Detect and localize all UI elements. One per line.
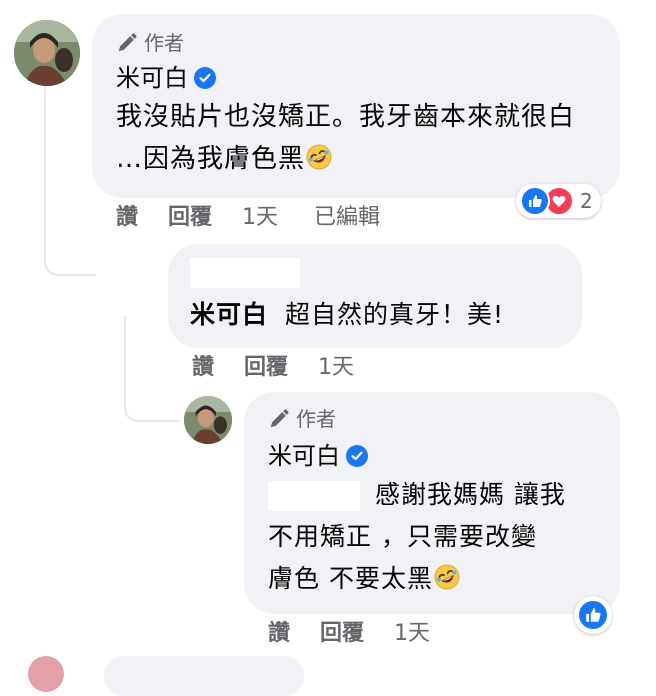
like-button[interactable]: 讚: [192, 354, 214, 382]
reply-button[interactable]: 回覆: [244, 354, 288, 382]
timestamp[interactable]: 1天: [318, 354, 354, 382]
verified-badge-icon: [194, 67, 216, 89]
author-reply-bubble: 作者 米可白 感謝我媽媽 讓我 不用矯正 ，只需要改變 膚色 不要太黑: [244, 392, 620, 614]
reply-button[interactable]: 回覆: [168, 204, 212, 232]
timestamp[interactable]: 1天: [242, 204, 278, 232]
like-reaction-icon: [520, 186, 550, 216]
commenter-name[interactable]: 米可白: [268, 440, 340, 472]
comment-actions: 讚 回覆 1天 已編輯: [116, 204, 380, 232]
reaction-summary[interactable]: [574, 596, 612, 634]
commenter-name[interactable]: 米可白: [116, 62, 188, 94]
rolling-laughing-emoji-icon: [306, 144, 332, 170]
author-badge: 作者: [268, 406, 596, 432]
comment-bubble: 作者 米可白 我沒貼片也沒矯正。我牙齒本來就很白 …因為我膚色黑: [92, 14, 620, 198]
author-badge-label: 作者: [144, 31, 184, 55]
timestamp[interactable]: 1天: [394, 620, 430, 648]
author-badge-label: 作者: [296, 407, 336, 431]
mention-tag[interactable]: 米可白: [190, 300, 268, 329]
reply-button[interactable]: 回覆: [320, 620, 364, 648]
redacted-name: [190, 258, 300, 288]
pencil-icon: [118, 33, 137, 52]
redacted-mention: [268, 481, 360, 511]
pencil-icon: [270, 409, 289, 428]
avatar[interactable]: [28, 656, 64, 692]
author-badge: 作者: [116, 30, 596, 56]
reply-actions: 讚 回覆 1天: [192, 354, 354, 382]
rolling-laughing-emoji-icon: [434, 564, 460, 590]
reply-bubble: 米可白 超自然的真牙！美!: [168, 244, 582, 348]
like-reaction-icon: [577, 599, 609, 631]
edited-label: 已編輯: [314, 205, 381, 230]
comment-bubble: [104, 656, 304, 696]
reaction-count: 2: [580, 189, 593, 213]
reply-text: 米可白 超自然的真牙！美!: [190, 300, 504, 329]
comment-text: 我沒貼片也沒矯正。我牙齒本來就很白 …因為我膚色黑: [116, 102, 576, 174]
avatar[interactable]: [184, 396, 232, 444]
like-button[interactable]: 讚: [268, 620, 290, 648]
like-button[interactable]: 讚: [116, 204, 138, 232]
author-reply-actions: 讚 回覆 1天: [268, 620, 430, 648]
author-reply-text: 感謝我媽媽 讓我 不用矯正 ，只需要改變 膚色 不要太黑: [268, 480, 566, 593]
verified-badge-icon: [346, 445, 368, 467]
reaction-summary[interactable]: 2: [516, 184, 601, 218]
avatar[interactable]: [14, 20, 80, 86]
thread-line-main: [44, 86, 96, 276]
